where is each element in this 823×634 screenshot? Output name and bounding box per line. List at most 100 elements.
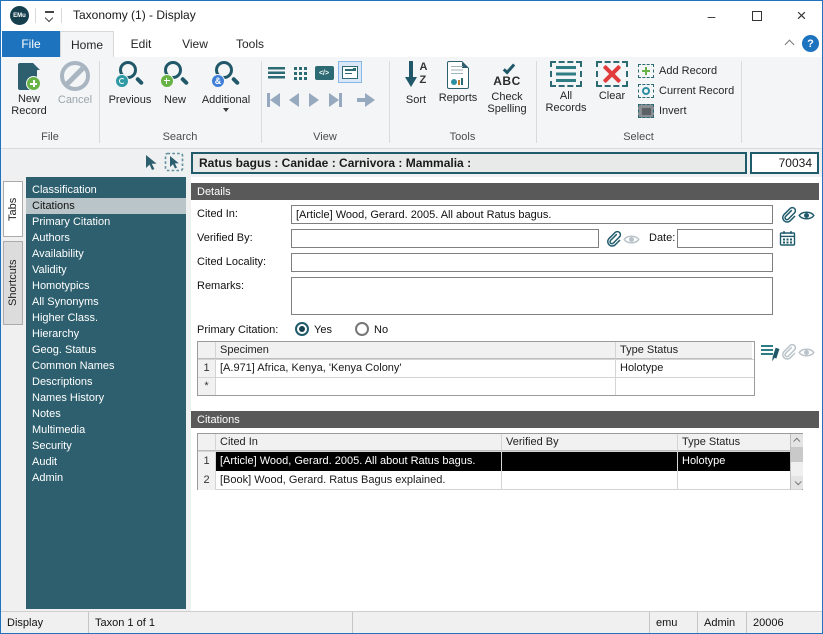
sidebar-item-common-names[interactable]: Common Names [26,358,186,374]
maximize-button[interactable] [734,1,779,31]
current-record-button[interactable]: Current Record [638,84,734,98]
sidebar-tab-tabs[interactable]: Tabs [3,181,23,237]
specimen-cell[interactable] [216,378,616,395]
primary-citation-yes-radio[interactable] [295,322,309,336]
minimize-button[interactable]: – [689,1,734,31]
grid-view-button[interactable] [289,63,311,83]
details-view-button[interactable] [338,61,362,83]
scroll-down-icon[interactable] [791,476,803,489]
sidebar-item-notes[interactable]: Notes [26,406,186,422]
goto-record-button[interactable] [357,93,375,107]
citation-row[interactable]: 2 [Book] Wood, Gerard. Ratus Bagus expla… [198,471,802,490]
additional-search-icon: & [211,61,241,91]
tab-edit[interactable]: Edit [114,31,168,57]
cited-in-input[interactable] [291,205,773,224]
help-icon[interactable]: ? [802,35,819,52]
sidebar-item-geog-status[interactable]: Geog. Status [26,342,186,358]
check-spelling-button[interactable]: ABC Check Spelling [481,61,533,115]
date-calendar-icon[interactable] [779,230,796,247]
invert-selection-button[interactable]: Invert [638,104,687,118]
cited-in-cell[interactable]: [Book] Wood, Gerard. Ratus Bagus explain… [216,471,502,490]
sidebar-item-descriptions[interactable]: Descriptions [26,374,186,390]
emu-logo-icon[interactable]: EMu [10,6,29,25]
sidebar-item-availability[interactable]: Availability [26,246,186,262]
select-region-cursor-icon[interactable] [164,152,184,173]
specimen-row[interactable]: 1 [A.971] Africa, Kenya, 'Kenya Colony' … [198,360,754,378]
xml-view-button[interactable]: </> [313,63,335,83]
add-record-button[interactable]: Add Record [638,64,717,78]
scrollbar-thumb[interactable] [791,447,803,462]
new-search-icon [160,61,190,91]
verified-by-cell[interactable] [502,471,678,490]
citations-scrollbar[interactable] [790,434,803,489]
citation-row-selected[interactable]: 1 [Article] Wood, Gerard. 2005. All abou… [198,452,802,471]
sidebar-item-primary-citation[interactable]: Primary Citation [26,214,186,230]
next-record-button[interactable] [309,93,319,107]
all-records-button[interactable]: All Records [542,61,590,114]
tab-home[interactable]: Home [60,31,114,57]
tab-tools[interactable]: Tools [222,31,278,57]
type-status-column-header[interactable]: Type Status [678,434,790,451]
tab-file[interactable]: File [2,31,60,57]
previous-search-button[interactable]: Previous [105,61,155,106]
verified-by-input[interactable] [291,229,599,248]
row-number: 1 [198,452,216,471]
sidebar-item-higher-class[interactable]: Higher Class. [26,310,186,326]
sidebar-item-validity[interactable]: Validity [26,262,186,278]
select-cursor-icon[interactable] [143,154,159,171]
date-input[interactable] [677,229,773,248]
cited-in-column-header[interactable]: Cited In [216,434,502,451]
verified-by-label: Verified By: [197,232,253,244]
first-record-button[interactable] [267,93,280,107]
sort-button[interactable]: AZ Sort [397,61,435,106]
collapse-ribbon-icon[interactable] [784,39,796,47]
last-record-button[interactable] [329,93,342,107]
tab-view[interactable]: View [168,31,222,57]
quick-access-dropdown-icon[interactable] [43,9,57,23]
sidebar-item-names-history[interactable]: Names History [26,390,186,406]
sidebar-item-audit[interactable]: Audit [26,454,186,470]
type-status-cell[interactable]: Holotype [678,452,790,471]
cited-locality-input[interactable] [291,253,773,272]
group-separator [741,61,742,143]
close-button[interactable]: × [779,1,823,31]
type-status-cell[interactable]: Holotype [616,360,752,377]
type-status-cell[interactable] [616,378,752,395]
verified-by-attach-icon[interactable] [604,230,621,247]
verified-by-cell[interactable] [502,452,678,471]
cited-in-attach-icon[interactable] [779,206,796,223]
sidebar-item-hierarchy[interactable]: Hierarchy [26,326,186,342]
primary-citation-no-radio[interactable] [355,322,369,336]
sidebar-item-all-synonyms[interactable]: All Synonyms [26,294,186,310]
additional-search-button[interactable]: & Additional [195,61,257,112]
sidebar-item-authors[interactable]: Authors [26,230,186,246]
previous-record-button[interactable] [289,93,299,107]
type-status-cell[interactable] [678,471,790,490]
sidebar-item-admin[interactable]: Admin [26,470,186,486]
specimen-grid: Specimen Type Status 1 [A.971] Africa, K… [197,341,755,396]
type-status-column-header[interactable]: Type Status [616,342,752,359]
new-record-button[interactable]: New Record [5,61,53,117]
verified-by-column-header[interactable]: Verified By [502,434,678,451]
specimen-column-header[interactable]: Specimen [216,342,616,359]
sidebar-tab-shortcuts[interactable]: Shortcuts [3,241,23,325]
cited-in-cell[interactable]: [Article] Wood, Gerard. 2005. All about … [216,452,502,471]
scroll-up-icon[interactable] [791,434,803,447]
clear-selection-button[interactable]: Clear [590,61,634,102]
row-number: 2 [198,471,216,490]
cancel-button[interactable]: Cancel [53,61,97,106]
sidebar-item-citations[interactable]: Citations [26,198,186,214]
sidebar-item-homotypics[interactable]: Homotypics [26,278,186,294]
new-search-button[interactable]: New [155,61,195,106]
cited-in-view-icon[interactable] [798,207,815,224]
list-view-button[interactable] [265,63,287,83]
sidebar-item-classification[interactable]: Classification [26,182,186,198]
grid-autofill-icon[interactable] [761,343,777,359]
title-bar: EMu Taxonomy (1) - Display – × [1,1,822,31]
specimen-new-row[interactable]: * [198,378,754,395]
sidebar-item-multimedia[interactable]: Multimedia [26,422,186,438]
sidebar-item-security[interactable]: Security [26,438,186,454]
reports-button[interactable]: Reports [435,61,481,104]
remarks-input[interactable] [291,277,773,315]
specimen-cell[interactable]: [A.971] Africa, Kenya, 'Kenya Colony' [216,360,616,377]
